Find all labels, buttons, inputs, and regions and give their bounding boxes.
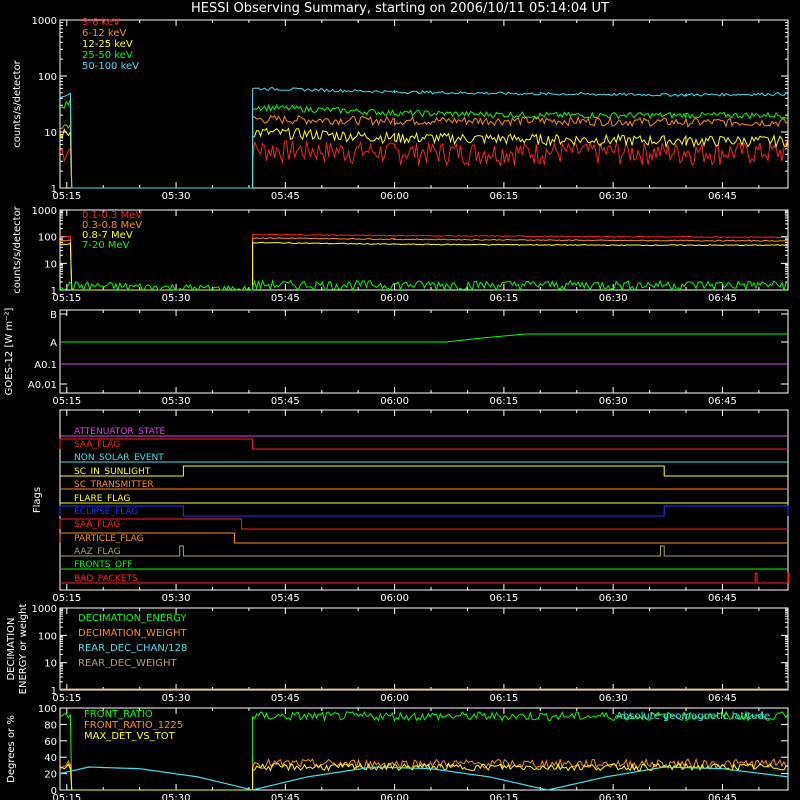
legend-entry: REAR_DEC_CHAN/128 xyxy=(78,643,187,654)
legend-entry: DECIMATION_ENERGY xyxy=(78,613,187,624)
y-tick-label: A0.01 xyxy=(28,380,57,391)
y-axis-label: DECIMATION xyxy=(6,617,17,680)
y-axis-label: ENERGY or weight xyxy=(18,604,29,695)
x-tick-label: 06:30 xyxy=(599,191,628,202)
x-tick-label: 06:45 xyxy=(708,593,737,604)
y-tick-label: 10 xyxy=(44,128,57,139)
flag-label: ECLIPSE_FLAG xyxy=(74,507,138,517)
y-tick-label: 40 xyxy=(44,753,57,764)
x-tick-label: 06:00 xyxy=(380,191,409,202)
y-tick-label: 1000 xyxy=(32,604,57,615)
x-tick-label: 05:30 xyxy=(162,293,191,304)
y-tick-label: 20 xyxy=(44,770,57,781)
y-tick-label: 100 xyxy=(38,704,57,715)
x-tick-label: 06:30 xyxy=(599,293,628,304)
x-tick-label: 06:30 xyxy=(599,593,628,604)
hessi-summary-figure: HESSI Observing Summary, starting on 200… xyxy=(0,0,800,800)
legend-entry: MAX_DET_VS_TOT xyxy=(84,731,176,742)
x-tick-label: 06:30 xyxy=(599,793,628,800)
y-tick-label: A xyxy=(50,338,57,349)
x-tick-label: 06:00 xyxy=(380,593,409,604)
x-tick-label: 05:30 xyxy=(162,396,191,407)
y-tick-label: 10 xyxy=(44,259,57,270)
x-tick-label: 05:15 xyxy=(52,593,81,604)
flag-label: ATTENUATOR_STATE xyxy=(74,427,166,437)
x-tick-label: 05:30 xyxy=(162,593,191,604)
flag-label: SAA_FLAG xyxy=(74,520,120,530)
y-tick-label: 1000 xyxy=(32,16,57,27)
flag-label: BAD_PACKETS xyxy=(74,574,138,584)
x-tick-label: 06:00 xyxy=(380,293,409,304)
flag-label: FLARE_FLAG xyxy=(74,494,130,504)
y-axis-label: Degrees or % xyxy=(6,715,17,783)
flag-label: AAZ_FLAG xyxy=(74,547,121,557)
x-tick-label: 06:15 xyxy=(489,593,518,604)
x-tick-label: 06:15 xyxy=(489,793,518,800)
x-tick-label: 06:15 xyxy=(489,191,518,202)
x-tick-label: 06:45 xyxy=(708,793,737,800)
y-axis-label: GOES-12 [W m⁻²] xyxy=(4,308,15,396)
y-tick-label: 0 xyxy=(51,786,57,797)
x-tick-label: 06:00 xyxy=(380,396,409,407)
flag-label: SC_TRANSMITTER xyxy=(74,480,154,490)
x-tick-label: 06:45 xyxy=(708,693,737,704)
flag-label: SAA_FLAG xyxy=(74,440,120,450)
x-tick-label: 06:00 xyxy=(380,693,409,704)
latitude-annotation: Absolute geomagnetic latitude xyxy=(616,711,770,722)
legend-entry: 7-20 MeV xyxy=(82,240,130,251)
x-tick-label: 06:45 xyxy=(708,396,737,407)
y-axis-label: counts/s/detector xyxy=(12,59,23,147)
flag-label: FRONTS_OFF xyxy=(74,560,132,570)
y-axis-label: counts/s/detector xyxy=(12,205,23,293)
legend-entry: 6-12 keV xyxy=(82,28,126,39)
legend-entry: REAR_DEC_WEIGHT xyxy=(78,658,177,669)
y-tick-label: 1 xyxy=(51,286,57,297)
x-tick-label: 06:30 xyxy=(599,693,628,704)
x-tick-label: 06:30 xyxy=(599,396,628,407)
y-tick-label: 10 xyxy=(44,659,57,670)
x-tick-label: 05:45 xyxy=(271,693,300,704)
x-tick-label: 05:45 xyxy=(271,593,300,604)
figure-title: HESSI Observing Summary, starting on 200… xyxy=(191,1,609,16)
legend-entry: 12-25 keV xyxy=(82,39,133,50)
flag-label: NON_SOLAR_EVENT xyxy=(74,453,164,463)
x-tick-label: 05:45 xyxy=(271,793,300,800)
x-tick-label: 06:15 xyxy=(489,396,518,407)
y-axis-label: Flags xyxy=(32,487,43,513)
flag-label: SC_IN_SUNLIGHT xyxy=(74,467,151,477)
x-tick-label: 06:00 xyxy=(380,793,409,800)
legend-entry: 3-6 keV xyxy=(82,17,120,28)
y-tick-label: 1000 xyxy=(32,206,57,217)
x-tick-label: 05:30 xyxy=(162,793,191,800)
legend-entry: FRONT_RATIO_1225 xyxy=(84,720,183,731)
y-tick-label: 100 xyxy=(38,72,57,83)
x-tick-label: 05:45 xyxy=(271,293,300,304)
y-tick-label: 100 xyxy=(38,233,57,244)
flag-label: PARTICLE_FLAG xyxy=(74,534,144,544)
y-tick-label: A0.1 xyxy=(34,360,57,371)
x-tick-label: 06:45 xyxy=(708,293,737,304)
legend-entry: 50-100 keV xyxy=(82,61,139,72)
x-tick-label: 06:45 xyxy=(708,191,737,202)
x-tick-label: 05:45 xyxy=(271,396,300,407)
legend-entry: DECIMATION_WEIGHT xyxy=(78,628,187,639)
y-tick-label: 1 xyxy=(51,686,57,697)
y-tick-label: 60 xyxy=(44,737,57,748)
x-tick-label: 05:30 xyxy=(162,191,191,202)
y-tick-label: 1 xyxy=(51,184,57,195)
x-tick-label: 06:15 xyxy=(489,693,518,704)
x-tick-label: 05:45 xyxy=(271,191,300,202)
y-tick-label: 100 xyxy=(38,631,57,642)
x-tick-label: 05:30 xyxy=(162,693,191,704)
legend-entry: 25-50 keV xyxy=(82,50,133,61)
y-tick-label: B xyxy=(50,310,57,321)
y-tick-label: 80 xyxy=(44,720,57,731)
legend-entry: FRONT_RATIO xyxy=(84,709,153,720)
x-tick-label: 06:15 xyxy=(489,293,518,304)
x-tick-label: 05:15 xyxy=(52,396,81,407)
